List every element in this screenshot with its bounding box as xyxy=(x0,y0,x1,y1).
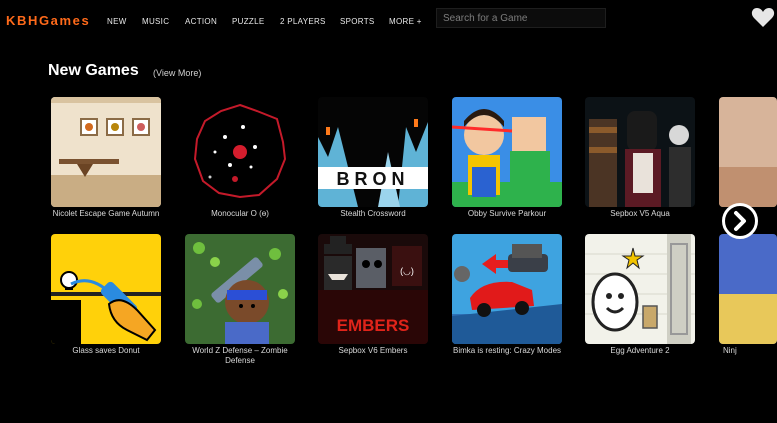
game-thumbnail: (◡) EMBERS xyxy=(318,234,428,344)
game-title: Glass saves Donut xyxy=(72,346,140,355)
game-thumbnail xyxy=(719,234,777,344)
section-title: New Games xyxy=(48,62,139,79)
game-card[interactable]: Bimka is resting: Crazy Modes xyxy=(452,234,562,356)
game-title: Sepbox V6 Embers xyxy=(338,346,408,355)
nav-2-players[interactable]: 2 PLAYERS xyxy=(280,17,326,26)
thumbnail-text: EMBERS xyxy=(337,316,410,335)
game-title: Bimka is resting: Crazy Modes xyxy=(452,346,562,355)
game-card[interactable]: World Z Defense – Zombie Defense xyxy=(185,234,295,366)
game-card[interactable]: Egg Adventure 2 xyxy=(585,234,695,356)
game-title: Ninj xyxy=(723,346,737,355)
game-thumbnail xyxy=(585,97,695,207)
game-card[interactable]: Monocular O (ɵ) xyxy=(185,97,295,219)
nav-more[interactable]: MORE + xyxy=(389,17,422,26)
site-logo[interactable]: KBHGames xyxy=(6,13,90,28)
game-card-partial[interactable]: Ninj xyxy=(719,234,777,356)
game-title: Sepbox V5 Aqua xyxy=(610,209,670,218)
thumbnail-text: BRON xyxy=(337,169,410,189)
game-thumbnail xyxy=(452,234,562,344)
game-thumbnail xyxy=(452,97,562,207)
game-title: World Z Defense – Zombie Defense xyxy=(192,346,288,365)
top-nav-bar: KBHGames NEW MUSIC ACTION PUZZLE 2 PLAYE… xyxy=(0,0,777,40)
nav-music[interactable]: MUSIC xyxy=(142,17,169,26)
game-title: Nicolet Escape Game Autumn xyxy=(52,209,160,218)
nav-sports[interactable]: SPORTS xyxy=(340,17,375,26)
game-title: Egg Adventure 2 xyxy=(610,346,670,355)
nav-new[interactable]: NEW xyxy=(107,17,127,26)
svg-text:(◡): (◡) xyxy=(400,266,414,276)
view-more-link[interactable]: (View More) xyxy=(153,68,201,78)
game-title: Stealth Crossword xyxy=(340,209,406,218)
game-card[interactable]: Nicolet Escape Game Autumn xyxy=(51,97,161,219)
game-card[interactable]: Sepbox V5 Aqua xyxy=(585,97,695,219)
search-input[interactable] xyxy=(436,8,606,28)
game-title: Monocular O (ɵ) xyxy=(211,209,269,218)
game-thumbnail xyxy=(185,234,295,344)
game-card[interactable]: BRON Stealth Crossword xyxy=(318,97,428,219)
game-thumbnail xyxy=(719,97,777,207)
chevron-right-icon xyxy=(734,211,746,231)
game-thumbnail xyxy=(51,97,161,207)
game-thumbnail xyxy=(51,234,161,344)
carousel-next-button[interactable] xyxy=(722,203,758,239)
game-title: Obby Survive Parkour xyxy=(467,209,547,218)
heart-icon[interactable] xyxy=(751,6,775,28)
game-thumbnail: BRON xyxy=(318,97,428,207)
game-thumbnail xyxy=(185,97,295,207)
game-card[interactable]: (◡) EMBERS Sepbox V6 Embers xyxy=(318,234,428,356)
nav-puzzle[interactable]: PUZZLE xyxy=(232,17,264,26)
game-card[interactable]: Glass saves Donut xyxy=(51,234,161,356)
game-card-partial[interactable] xyxy=(719,97,777,207)
game-thumbnail xyxy=(585,234,695,344)
nav-action[interactable]: ACTION xyxy=(185,17,217,26)
game-card[interactable]: Obby Survive Parkour xyxy=(452,97,562,219)
